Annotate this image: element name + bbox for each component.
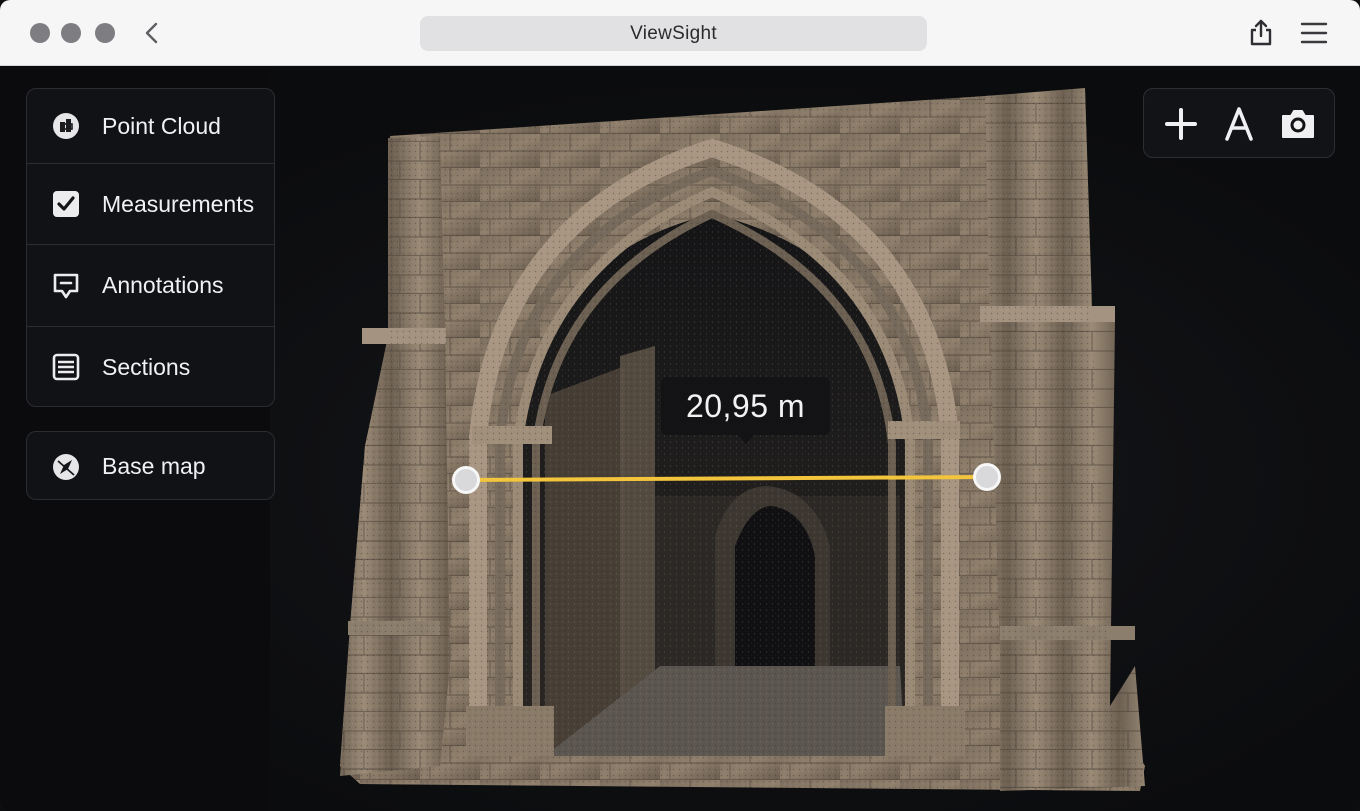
layer-annotations[interactable]: Annotations bbox=[27, 245, 274, 326]
screenshot-button[interactable] bbox=[1278, 104, 1318, 144]
chevron-left-icon bbox=[145, 22, 158, 44]
zoom-window-button[interactable] bbox=[95, 23, 115, 43]
menu-button[interactable] bbox=[1300, 20, 1328, 46]
minimize-window-button[interactable] bbox=[61, 23, 81, 43]
address-bar[interactable]: ViewSight bbox=[420, 16, 927, 51]
layer-sections[interactable]: Sections bbox=[27, 327, 274, 406]
title-bar: ViewSight bbox=[0, 0, 1360, 66]
layer-measurements[interactable]: Measurements bbox=[27, 164, 274, 244]
add-tool-button[interactable] bbox=[1161, 104, 1201, 144]
close-window-button[interactable] bbox=[30, 23, 50, 43]
sections-icon bbox=[52, 353, 80, 381]
3d-viewport[interactable]: 20,95 m Point Cloud Measurements Annotat… bbox=[0, 66, 1360, 811]
layer-point-cloud[interactable]: Point Cloud bbox=[27, 89, 274, 163]
measurement-end-handle[interactable] bbox=[973, 463, 1001, 491]
annotation-icon bbox=[53, 273, 79, 298]
point-cloud-icon bbox=[53, 113, 79, 139]
base-map-item[interactable]: Base map bbox=[27, 432, 274, 499]
back-button[interactable] bbox=[140, 20, 164, 46]
layer-label: Point Cloud bbox=[102, 112, 221, 139]
checkbox-checked-icon[interactable] bbox=[51, 189, 81, 219]
app-window: ViewSight 20,95 m Point Cloud Measuremen… bbox=[0, 0, 1360, 811]
layer-label: Sections bbox=[102, 353, 191, 380]
hamburger-icon bbox=[1300, 22, 1328, 44]
plus-icon bbox=[1165, 108, 1197, 140]
base-map-panel: Base map bbox=[26, 431, 275, 500]
measurement-start-handle[interactable] bbox=[452, 466, 480, 494]
text-annotation-icon bbox=[1225, 107, 1253, 141]
camera-icon bbox=[1282, 110, 1314, 138]
compass-icon bbox=[53, 453, 79, 480]
layers-panel: Point Cloud Measurements Annotations Sec… bbox=[26, 88, 275, 407]
share-button[interactable] bbox=[1246, 18, 1276, 48]
text-annotation-button[interactable] bbox=[1219, 104, 1259, 144]
address-text: ViewSight bbox=[630, 22, 717, 44]
measurement-label: 20,95 m bbox=[661, 377, 830, 435]
base-map-label: Base map bbox=[102, 453, 206, 479]
layer-label: Measurements bbox=[102, 190, 255, 217]
layer-label: Annotations bbox=[102, 272, 224, 298]
tool-palette bbox=[1143, 88, 1335, 158]
share-icon bbox=[1250, 19, 1272, 46]
measurement-value: 20,95 m bbox=[685, 387, 806, 424]
